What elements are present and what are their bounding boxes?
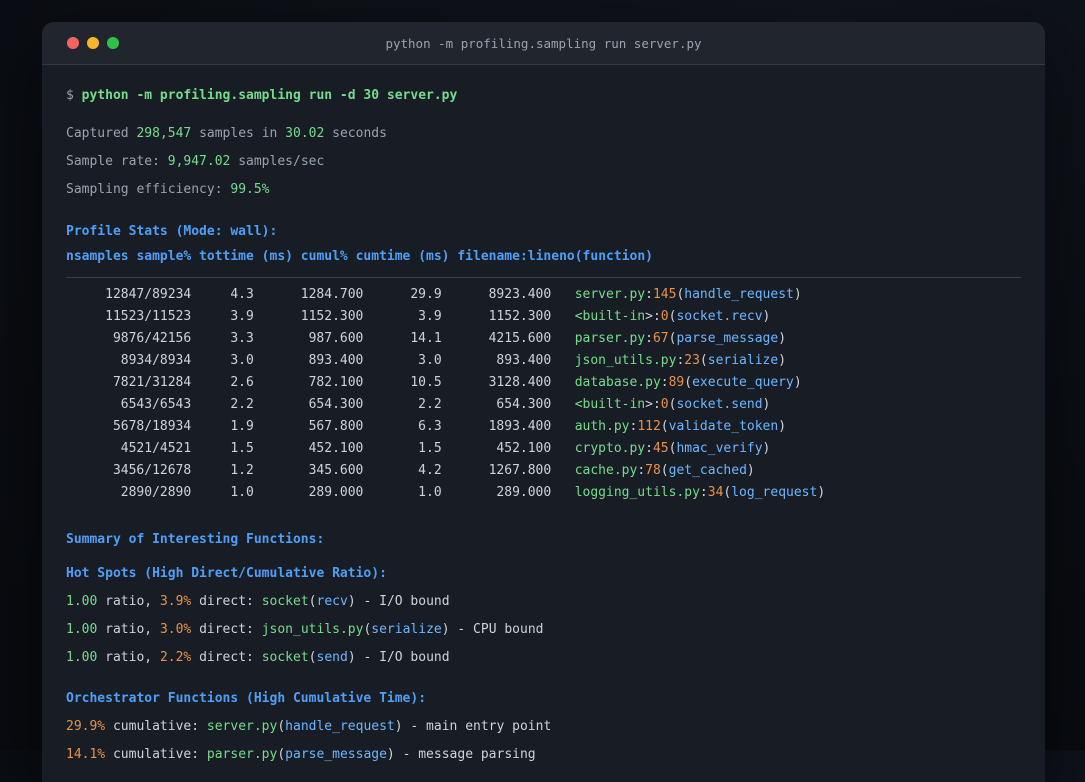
table-row: 12847/89234 4.3 1284.700 29.9 8923.400 server… bbox=[66, 284, 1021, 306]
table-divider bbox=[66, 277, 1021, 278]
table-row: 7821/31284 2.6 782.100 10.5 3128.400 database… bbox=[66, 372, 1021, 394]
code-location: json_utils.py:23(serialize) bbox=[574, 353, 787, 368]
table-row: 2890/2890 1.0 289.000 1.0 289.000 logging_uti… bbox=[66, 482, 1021, 504]
profile-stats-heading: Profile Stats (Mode: wall): bbox=[66, 224, 278, 239]
table-row: 8934/8934 3.0 893.400 3.0 893.400 json_utils.… bbox=[66, 350, 1021, 372]
efficiency-line: Sampling efficiency: 99.5% bbox=[66, 182, 270, 197]
code-location: parser.py:67(parse_message) bbox=[574, 331, 787, 346]
profile-table: 12847/89234 4.3 1284.700 29.9 8923.400 server… bbox=[66, 284, 1021, 504]
terminal-window: python -m profiling.sampling run server.… bbox=[42, 22, 1045, 782]
summary-heading: Summary of Interesting Functions: bbox=[66, 532, 325, 547]
code-location: database.py:89(execute_query) bbox=[574, 375, 802, 390]
code-location: cache.py:78(get_cached) bbox=[574, 463, 755, 478]
window-title: python -m profiling.sampling run server.… bbox=[385, 35, 702, 51]
orchestrator-line: 14.1% cumulative: parser.py(parse_messag… bbox=[66, 747, 536, 762]
hotspot-line: 1.00 ratio, 2.2% direct: socket(send) - … bbox=[66, 650, 450, 665]
orchestrator-line: 29.9% cumulative: server.py(handle_reque… bbox=[66, 719, 552, 734]
command-line: $ python -m profiling.sampling run -d 30… bbox=[66, 88, 458, 103]
hotspot-line: 1.00 ratio, 3.0% direct: json_utils.py(s… bbox=[66, 622, 544, 637]
table-row: 5678/18934 1.9 567.800 6.3 1893.400 auth.py:1… bbox=[66, 416, 1021, 438]
code-location: auth.py:112(validate_token) bbox=[574, 419, 787, 434]
code-location: server.py:145(handle_request) bbox=[574, 287, 802, 302]
code-location: crypto.py:45(hmac_verify) bbox=[574, 441, 771, 456]
table-header: nsamples sample% tottime (ms) cumul% cum… bbox=[66, 249, 653, 264]
titlebar: python -m profiling.sampling run server.… bbox=[42, 22, 1045, 65]
code-location: <built-in>:0(socket.recv) bbox=[574, 309, 771, 324]
hotspots-heading: Hot Spots (High Direct/Cumulative Ratio)… bbox=[66, 566, 387, 581]
table-row: 9876/42156 3.3 987.600 14.1 4215.600 parser.p… bbox=[66, 328, 1021, 350]
table-row: 6543/6543 2.2 654.300 2.2 654.300 <built-in>:… bbox=[66, 394, 1021, 416]
table-row: 11523/11523 3.9 1152.300 3.9 1152.300 <built-… bbox=[66, 306, 1021, 328]
terminal-output: $ python -m profiling.sampling run -d 30… bbox=[42, 65, 1045, 769]
sample-rate-line: Sample rate: 9,947.02 samples/sec bbox=[66, 154, 325, 169]
code-location: <built-in>:0(socket.send) bbox=[574, 397, 771, 412]
orchestrator-heading: Orchestrator Functions (High Cumulative … bbox=[66, 691, 427, 706]
captured-line: Captured 298,547 samples in 30.02 second… bbox=[66, 126, 387, 141]
table-row: 4521/4521 1.5 452.100 1.5 452.100 crypto.py:4… bbox=[66, 438, 1021, 460]
table-row: 3456/12678 1.2 345.600 4.2 1267.800 cache.py:… bbox=[66, 460, 1021, 482]
hotspot-line: 1.00 ratio, 3.9% direct: socket(recv) - … bbox=[66, 594, 450, 609]
code-location: logging_utils.py:34(log_request) bbox=[574, 485, 826, 500]
